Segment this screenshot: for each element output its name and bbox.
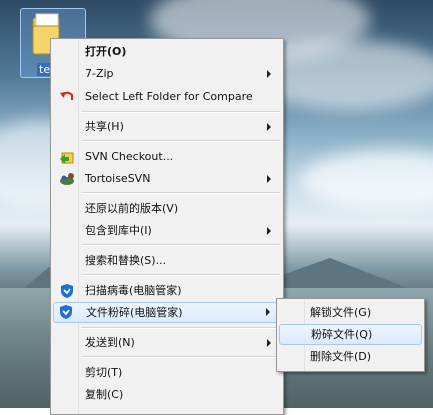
menu-separator: [81, 244, 280, 246]
submenu-arrow-icon: [267, 175, 271, 183]
submenu-item-unlock[interactable]: 解锁文件(G): [279, 302, 422, 323]
submenu-arrow-icon: [267, 227, 271, 235]
shield-icon: [60, 305, 72, 319]
shred-submenu: 解锁文件(G) 粉碎文件(Q) 删除文件(D): [276, 298, 425, 372]
menu-item-share[interactable]: 共享(H): [53, 116, 281, 137]
shield-icon: [61, 284, 73, 298]
menu-item-open[interactable]: 打开(O): [53, 41, 281, 62]
menu-item-search-replace[interactable]: 搜索和替换(S)...: [53, 250, 281, 271]
menu-item-svn-checkout[interactable]: SVN Checkout...: [53, 146, 281, 167]
menu-item-scan-virus[interactable]: 扫描病毒(电脑管家): [53, 280, 281, 301]
menu-separator: [81, 111, 280, 113]
menu-separator: [81, 356, 280, 358]
submenu-arrow-icon: [267, 123, 271, 131]
undo-arrow-icon: [60, 91, 73, 100]
menu-item-send-to[interactable]: 发送到(N): [53, 332, 281, 353]
menu-item-file-shred[interactable]: 文件粉碎(电脑管家): [53, 302, 281, 323]
submenu-item-delete-file[interactable]: 删除文件(D): [279, 346, 422, 367]
menu-item-tortoisesvn[interactable]: TortoiseSVN: [53, 168, 281, 189]
menu-item-cut[interactable]: 剪切(T): [53, 362, 281, 383]
menu-separator: [81, 327, 280, 329]
menu-item-compare[interactable]: Select Left Folder for Compare: [53, 86, 281, 107]
menu-item-7zip[interactable]: 7-Zip: [53, 63, 281, 84]
submenu-arrow-icon: [266, 308, 270, 316]
menu-item-include-library[interactable]: 包含到库中(I): [53, 220, 281, 241]
tortoise-icon: [60, 173, 74, 185]
menu-separator: [81, 192, 280, 194]
menu-item-restore-versions[interactable]: 还原以前的版本(V): [53, 198, 281, 219]
submenu-arrow-icon: [267, 339, 271, 347]
menu-item-copy[interactable]: 复制(C): [53, 384, 281, 405]
svn-checkout-icon: [60, 152, 74, 164]
submenu-arrow-icon: [267, 70, 271, 78]
menu-separator: [81, 140, 280, 142]
context-menu: 打开(O) 7-Zip Select Left Folder for Compa…: [50, 38, 284, 415]
menu-separator: [81, 274, 280, 276]
submenu-item-shred-file[interactable]: 粉碎文件(Q): [279, 324, 422, 345]
